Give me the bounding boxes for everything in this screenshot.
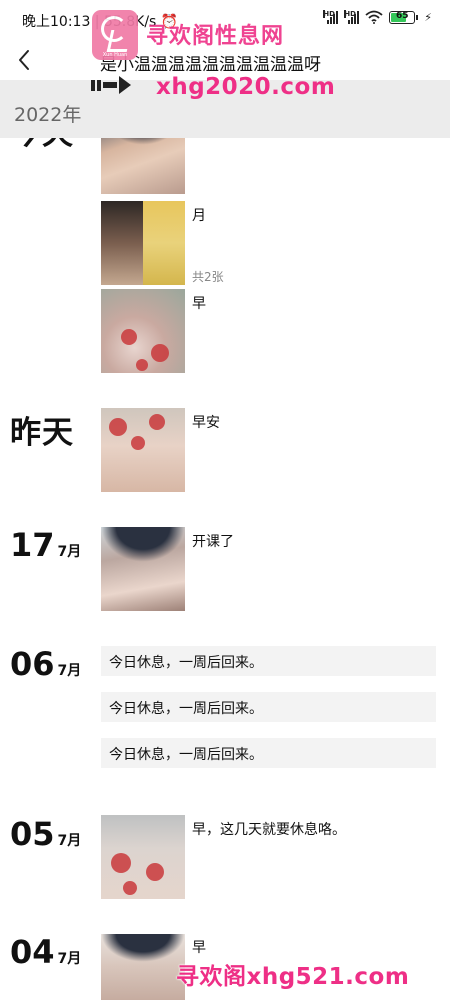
photo-content <box>101 934 185 962</box>
post-text[interactable]: 早 <box>192 937 206 957</box>
year-label: 2022年 <box>14 104 82 126</box>
photo-content <box>151 344 169 362</box>
post-text[interactable]: 开课了 <box>192 531 234 551</box>
battery-tip <box>416 14 419 20</box>
date-month: 7月 <box>57 544 82 560</box>
post-photo-thumbnail[interactable] <box>101 815 185 899</box>
photo-content <box>111 853 131 873</box>
collage-photo-left <box>101 201 143 285</box>
date-label-day: 17 7月 <box>10 526 81 564</box>
clock-text: 晚上10:13 <box>22 14 91 30</box>
alarm-icon: ⏰ <box>160 14 179 30</box>
photo-content <box>101 527 185 563</box>
title-bar: 是小温温温温温温温温温温呀 <box>0 40 450 80</box>
post-text[interactable]: 早 <box>192 293 206 313</box>
post-photo-thumbnail[interactable] <box>101 934 185 1000</box>
back-button[interactable] <box>10 46 38 74</box>
date-day: 06 <box>10 645 55 683</box>
post-text[interactable]: 早安 <box>192 412 220 432</box>
text-post-card[interactable]: 今日休息，一周后回来。 <box>101 738 436 768</box>
battery-body: 65 <box>389 10 416 24</box>
chevron-left-icon <box>19 50 29 70</box>
watermark-bottom-text: 寻欢阁xhg521.com <box>176 964 410 990</box>
date-day: 05 <box>10 815 55 853</box>
date-day: 17 <box>10 526 55 564</box>
post-photo-thumbnail[interactable] <box>101 527 185 611</box>
wifi-icon <box>365 10 383 24</box>
charging-icon: ⚡ <box>424 10 432 24</box>
date-label-yesterday: 昨天 <box>10 415 74 451</box>
date-month: 7月 <box>57 833 82 849</box>
network-speed: 55.8K/s <box>103 14 157 30</box>
battery-icon: 65 <box>389 10 419 24</box>
photo-count-label: 共2张 <box>192 270 224 284</box>
date-month: 7月 <box>57 663 82 679</box>
year-header: 2022年 <box>0 80 450 138</box>
hd-signal-icon: HD <box>323 10 339 24</box>
post-photo-collage[interactable] <box>101 201 185 285</box>
photo-content <box>121 329 137 345</box>
date-day: 04 <box>10 933 55 971</box>
post-photo-thumbnail[interactable] <box>101 289 185 373</box>
status-bar: 晚上10:13 | 55.8K/s ⏰ HD HD 65 ⚡ <box>0 0 450 40</box>
post-text[interactable]: 早，这几天就要休息咯。 <box>192 819 346 839</box>
hd-signal-icon: HD <box>344 10 360 24</box>
photo-content <box>136 359 148 371</box>
text-post-card[interactable]: 今日休息，一周后回来。 <box>101 692 436 722</box>
photo-content <box>109 418 127 436</box>
date-label-day: 05 7月 <box>10 815 81 853</box>
collage-photo-right <box>143 201 185 285</box>
date-label-day: 06 7月 <box>10 645 81 683</box>
photo-content <box>149 414 165 430</box>
date-month: 7月 <box>57 951 82 967</box>
status-time: 晚上10:13 | 55.8K/s ⏰ <box>22 14 179 30</box>
date-label-day: 04 7月 <box>10 933 81 971</box>
moments-feed[interactable]: 今天 月 共2张 早 昨天 早安 177月 开课了 067月 今日休息，一周后回… <box>0 0 450 1000</box>
photo-content <box>131 436 145 450</box>
status-icons: HD HD 65 ⚡ <box>323 10 432 24</box>
photo-content <box>123 881 137 895</box>
text-post-card[interactable]: 今日休息，一周后回来。 <box>101 646 436 676</box>
page-title: 是小温温温温温温温温温温呀 <box>100 55 321 75</box>
post-text[interactable]: 月 <box>192 205 206 225</box>
post-photo-thumbnail[interactable] <box>101 408 185 492</box>
battery-level: 65 <box>396 10 409 21</box>
photo-content <box>146 863 164 881</box>
